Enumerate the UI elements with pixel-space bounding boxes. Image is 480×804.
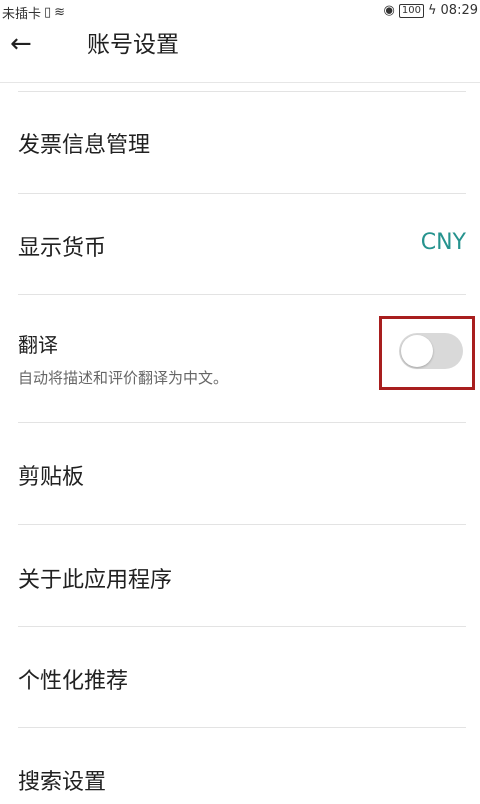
settings-item-label: 剪贴板 — [18, 465, 85, 490]
settings-item-invoice[interactable]: 发票信息管理 — [0, 92, 480, 193]
arrow-left-icon: ← — [10, 29, 32, 59]
toggle-knob — [401, 335, 433, 367]
sim-status-text: 未插卡 — [2, 7, 42, 22]
currency-value: CNY — [420, 230, 466, 255]
charging-icon: ϟ — [427, 3, 437, 18]
settings-item-label: 发票信息管理 — [18, 133, 151, 158]
settings-item-currency[interactable]: 显示货币 CNY — [0, 194, 480, 294]
status-bar: 未插卡 ▯ ≋ ◉ 100 ϟ 08:29 — [0, 0, 480, 24]
wifi-icon: ≋ — [54, 5, 66, 20]
settings-item-personalized[interactable]: 个性化推荐 — [0, 627, 480, 727]
settings-item-label: 个性化推荐 — [18, 669, 129, 694]
settings-item-search[interactable]: 搜索设置 — [0, 728, 480, 804]
settings-item-label: 显示货币 — [18, 236, 107, 261]
app-bar-divider — [0, 82, 480, 83]
status-left: 未插卡 ▯ ≋ — [2, 3, 65, 22]
translate-toggle[interactable] — [399, 333, 463, 369]
battery-icon: 100 — [398, 3, 424, 18]
settings-item-description: 自动将描述和评价翻译为中文。 — [18, 369, 229, 387]
settings-item-label: 翻译 — [18, 333, 58, 357]
settings-item-label: 关于此应用程序 — [18, 568, 173, 593]
sim-icon: ▯ — [44, 5, 52, 20]
eye-icon: ◉ — [383, 3, 395, 18]
page-title: 账号设置 — [87, 32, 179, 58]
clock: 08:29 — [440, 3, 478, 18]
battery-level: 100 — [401, 4, 421, 16]
status-right: ◉ 100 ϟ 08:29 — [384, 3, 478, 18]
settings-item-label: 搜索设置 — [18, 770, 107, 795]
settings-item-about[interactable]: 关于此应用程序 — [0, 525, 480, 626]
back-button[interactable]: ← — [10, 30, 38, 58]
settings-item-clipboard[interactable]: 剪贴板 — [0, 423, 480, 524]
app-bar: ← 账号设置 — [0, 24, 480, 80]
